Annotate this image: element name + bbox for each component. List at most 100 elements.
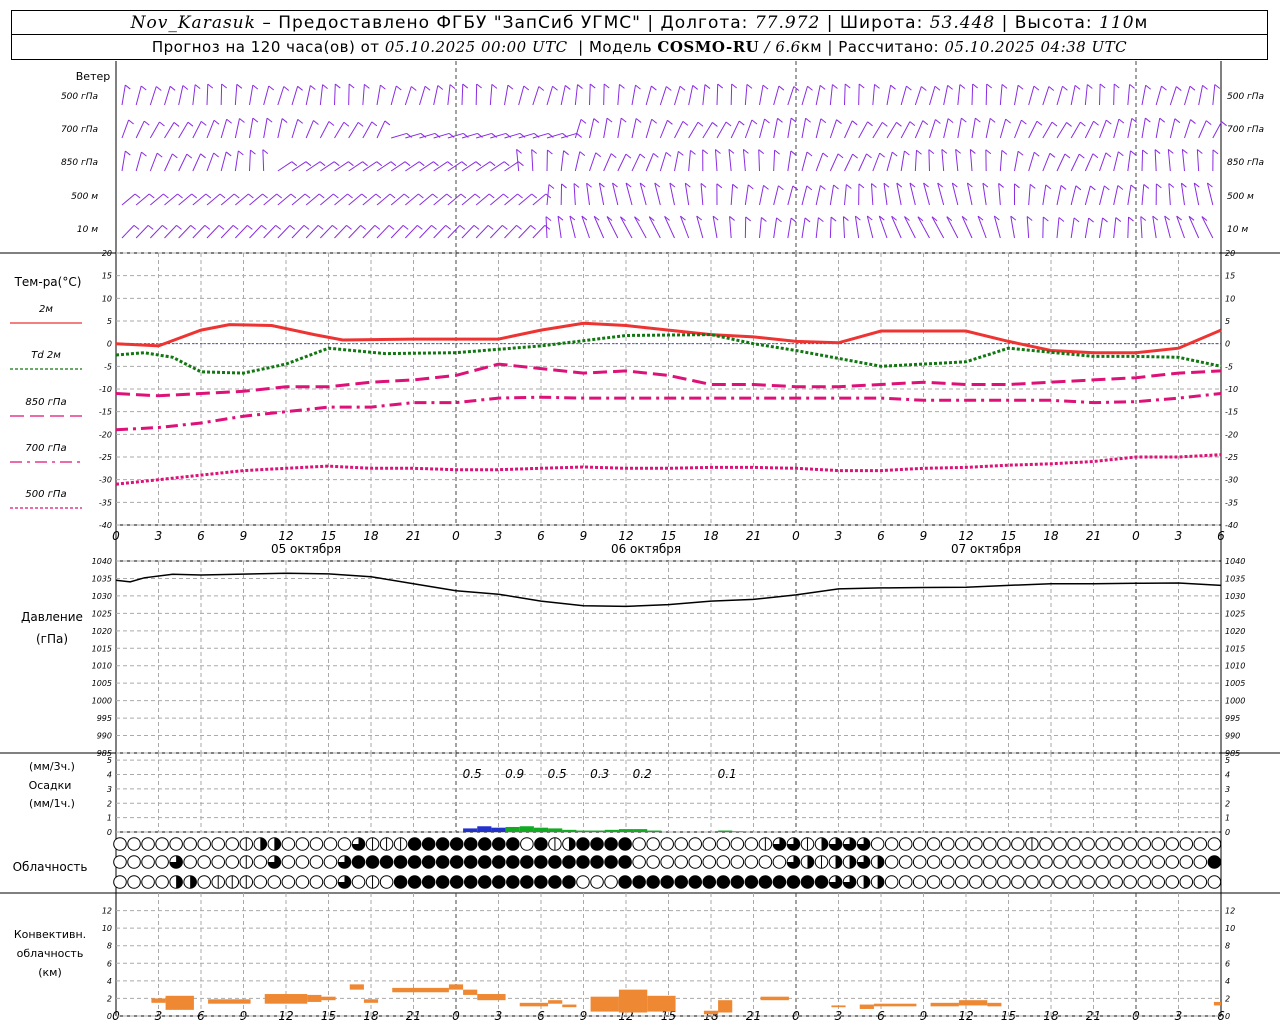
wind-barb-feather: [1190, 119, 1196, 124]
cloud-symbol: [506, 855, 520, 869]
wind-barb-feather: [732, 183, 738, 189]
cloud-symbol: [379, 855, 394, 869]
cloud-symbol: [1109, 837, 1123, 851]
cloud-symbol-mark: [190, 875, 197, 889]
cloud-symbol: [520, 837, 534, 851]
wind-barb-feather: [141, 151, 147, 157]
precip-bar: [463, 828, 478, 832]
wind-barb: [518, 193, 533, 206]
wind-barb: [150, 193, 164, 206]
wind-barb-feather: [837, 153, 844, 159]
cloud-symbol: [744, 837, 759, 851]
wind-barb: [900, 121, 911, 139]
conv-bar: [392, 987, 449, 993]
cloud-symbol: [632, 855, 646, 869]
temp-ytick-right: -40: [1225, 521, 1238, 530]
cloud-symbol: [1193, 855, 1208, 869]
wind-barb: [773, 85, 780, 106]
pressure-unit: (гПа): [36, 632, 68, 646]
cloud-symbol: [295, 855, 310, 869]
wind-barb: [1026, 216, 1030, 239]
cloud-symbol: [926, 855, 941, 869]
wind-barb: [1155, 85, 1162, 106]
wind-barb: [985, 83, 988, 106]
wind-barb-feather: [972, 83, 978, 89]
wind-barb-feather: [751, 119, 758, 125]
cloud-symbol: [1137, 855, 1151, 869]
wind-barb: [1084, 185, 1091, 206]
wind-barb-feather: [1118, 118, 1125, 124]
wind-barb: [178, 153, 188, 172]
wind-barb: [923, 182, 930, 206]
cloud-symbol: [646, 875, 660, 889]
conv-ytick-right: 0: [1225, 1012, 1230, 1021]
wind-barb-feather: [986, 83, 993, 89]
cloud-symbol: [295, 837, 310, 851]
wind-barb: [1127, 150, 1131, 172]
wind-barb: [390, 85, 397, 106]
wind-barb-feather: [891, 151, 898, 157]
wind-barb: [606, 216, 619, 239]
cloud-symbol: [562, 855, 576, 869]
cloud-symbol: [113, 875, 127, 889]
wind-barb: [631, 118, 637, 139]
wind-barb: [620, 216, 633, 239]
wind-barb: [1152, 216, 1157, 239]
pressure-ytick-right: 1005: [1225, 679, 1245, 688]
wind-barb-feather: [236, 83, 243, 89]
temp-ytick-right: -15: [1225, 408, 1238, 417]
wind-barb: [728, 149, 732, 172]
wind-barb: [192, 225, 206, 239]
wind-barb: [941, 149, 945, 172]
wind-barb-feather: [603, 83, 610, 89]
wind-barb: [759, 85, 764, 106]
pressure-ytick-left: 1030: [92, 592, 112, 601]
wind-barb-feather: [474, 193, 481, 199]
x-tick-label-temp: 0: [452, 529, 460, 543]
wind-barb: [149, 152, 158, 172]
wind-barb: [504, 193, 518, 206]
wind-barb: [164, 193, 178, 206]
cloud-symbol: [1123, 837, 1137, 851]
wind-barb-feather: [376, 161, 383, 167]
wind-barb: [1099, 217, 1104, 239]
temp-ytick-left: 20: [102, 249, 112, 258]
cloud-symbol: [113, 855, 127, 869]
wind-barb-feather: [221, 83, 227, 89]
cloud-symbol: [730, 875, 745, 889]
temp-legend-label: Td 2м: [31, 350, 61, 361]
wind-barb-feather: [922, 120, 929, 125]
wind-barb-feather: [239, 118, 245, 123]
conv-bar: [831, 1005, 846, 1008]
cloud-symbol: [983, 875, 997, 889]
wind-barb-feather: [459, 224, 466, 230]
wind-barb-feather: [1129, 84, 1135, 89]
cloud-symbol: [197, 875, 211, 889]
wind-barb: [178, 193, 193, 206]
temp-ytick-right: 0: [1225, 340, 1230, 349]
cloud-symbol: [884, 837, 899, 851]
cloud-symbol: [1025, 855, 1039, 869]
wind-barb-feather: [503, 161, 510, 167]
precip-ytick-right: 0: [1225, 828, 1230, 837]
x-tick-label-temp: 15: [661, 529, 676, 543]
conv-bar: [590, 996, 619, 1012]
cloud-symbol: [127, 855, 141, 869]
wind-barb-feather: [250, 149, 256, 155]
conv-ytick-right: 8: [1225, 942, 1230, 951]
wind-barb: [546, 86, 554, 106]
cloud-symbol: [1137, 837, 1151, 851]
wind-barb-feather: [731, 83, 738, 89]
x-tick-label-temp: 6: [197, 529, 205, 543]
wind-barb-feather: [449, 84, 456, 89]
wind-barb: [1084, 153, 1094, 172]
wind-barb: [674, 121, 684, 139]
wind-barb-feather: [173, 122, 180, 127]
cloud-symbol: [688, 837, 703, 851]
temp-ytick-right: 15: [1225, 272, 1235, 281]
wind-barb-feather: [1205, 120, 1212, 126]
wind-barb-feather: [1005, 118, 1011, 124]
wind-barb: [815, 152, 824, 172]
cloud-symbol: [1109, 875, 1123, 889]
temp-ytick-right: 20: [1225, 249, 1235, 258]
